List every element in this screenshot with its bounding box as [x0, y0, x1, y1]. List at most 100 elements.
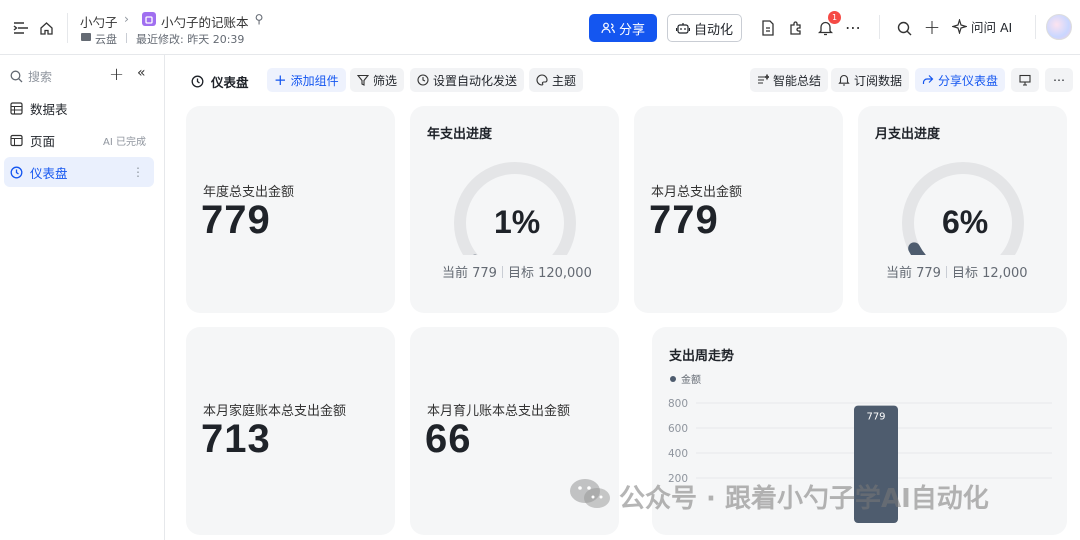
chart-legend: 金额: [670, 371, 701, 386]
document-icon[interactable]: [758, 18, 778, 38]
more-icon[interactable]: ⋯: [843, 17, 863, 37]
sidebar-item-label: 仪表盘: [30, 165, 68, 181]
divider: [945, 266, 947, 278]
share-dashboard-label: 分享仪表盘: [938, 73, 999, 88]
gauge-target: 目标 12,000: [951, 266, 1028, 281]
sidebar-item-label: 页面: [30, 133, 56, 149]
dashboard-icon: [191, 75, 204, 88]
location-label[interactable]: 云盘: [95, 31, 117, 47]
sidebar-item-label: 数据表: [30, 101, 68, 117]
ai-status-tag: AI 已完成: [103, 136, 146, 148]
pin-icon[interactable]: ⚲: [251, 11, 267, 27]
users-icon: [601, 22, 615, 34]
table-icon: [10, 101, 23, 115]
bar-data-label: 779: [866, 412, 885, 423]
divider: [1035, 15, 1036, 39]
share-label: 分享: [618, 22, 645, 38]
search-icon[interactable]: [894, 18, 914, 38]
legend-label: 金额: [681, 375, 701, 386]
doc-title[interactable]: 小勺子的记账本: [161, 12, 249, 31]
collapse-sidebar-icon[interactable]: [11, 18, 31, 38]
base-app-icon: [142, 12, 156, 26]
filter-label: 筛选: [373, 73, 398, 88]
page-icon: [10, 134, 23, 146]
share-button[interactable]: 分享: [589, 14, 657, 42]
family-total-card[interactable]: 本月家庭账本总支出金额 713: [186, 327, 395, 535]
annual-total-card[interactable]: 年度总支出金额 779: [186, 106, 395, 313]
gauge-percent: 1%: [494, 204, 541, 240]
palette-icon: [536, 74, 548, 86]
gauge-footer: 当前 779 目标 12,000: [886, 262, 1028, 281]
present-button[interactable]: [1011, 68, 1039, 92]
smart-summary-label: 智能总结: [773, 73, 822, 88]
auto-send-label: 设置自动化发送: [433, 73, 518, 88]
automation-label: 自动化: [693, 22, 733, 38]
sparkle-icon: [952, 19, 967, 34]
dashboard-title: 仪表盘: [191, 72, 249, 91]
metric-value: 713: [201, 417, 271, 461]
chart-title: 支出周走势: [669, 349, 735, 364]
metric-value: 779: [649, 198, 719, 242]
home-icon[interactable]: [36, 18, 56, 38]
robot-icon: [675, 22, 690, 34]
y-tick-label: 600: [668, 423, 688, 435]
more-icon: ⋯: [1053, 73, 1065, 87]
subscribe-icon: [838, 74, 850, 86]
notification-badge: 1: [828, 11, 841, 24]
clock-icon: [417, 74, 429, 86]
gauge-footer: 当前 779 目标 120,000: [442, 262, 592, 281]
y-tick-label: 400: [668, 448, 688, 460]
monthly-total-card[interactable]: 本月总支出金额 779: [634, 106, 843, 313]
subscribe-button[interactable]: 订阅数据: [831, 68, 910, 92]
more-vertical-icon[interactable]: ⋮: [132, 165, 144, 179]
sidebar-item-datatable[interactable]: 数据表: [4, 93, 154, 123]
smart-summary-button[interactable]: 智能总结: [750, 68, 829, 92]
add-widget-button[interactable]: + 添加组件: [267, 68, 346, 92]
add-widget-label: 添加组件: [290, 73, 339, 88]
theme-button[interactable]: 主题: [529, 68, 584, 92]
ask-ai-label: 问问 AI: [971, 20, 1013, 35]
plugin-icon[interactable]: [786, 18, 806, 38]
ask-ai-button[interactable]: 问问 AI: [952, 17, 1012, 36]
theme-label: 主题: [552, 73, 577, 88]
last-modified: 最近修改: 昨天 20:39: [136, 33, 245, 46]
divider: [67, 13, 68, 43]
dashboard-icon: [10, 166, 23, 178]
plus-icon: +: [274, 71, 287, 89]
card-title: 月支出进度: [875, 127, 941, 142]
annual-progress-card[interactable]: 年支出进度 1% 当前 779 目标 120,000: [410, 106, 619, 313]
search-icon: [10, 70, 23, 83]
sidebar-item-dashboard[interactable]: 仪表盘 ⋮: [4, 157, 154, 187]
dashboard-toolbar: 仪表盘 + 添加组件 筛选 设置自动化发送 主题 智能总结 订阅数据 分享仪表盘…: [165, 55, 1080, 103]
subscribe-label: 订阅数据: [854, 73, 903, 88]
card-title: 年支出进度: [427, 127, 493, 142]
plus-icon[interactable]: +: [922, 15, 942, 39]
search-placeholder: 搜索: [28, 70, 53, 84]
filter-icon: [357, 74, 369, 86]
gauge-current: 当前 779: [442, 266, 497, 281]
top-bar: 小勺子 › 小勺子的记账本 ⚲ 云盘 最近修改: 昨天 20:39 分享 自动化…: [0, 0, 1080, 55]
present-icon: [1019, 74, 1031, 86]
collapse-icon[interactable]: «: [137, 65, 146, 81]
divider: [879, 15, 880, 39]
sidebar: 搜索 + « 数据表 页面 AI 已完成 仪表盘 ⋮: [0, 55, 165, 540]
breadcrumb-workspace[interactable]: 小勺子: [80, 12, 118, 31]
share-dashboard-button[interactable]: 分享仪表盘: [915, 68, 1006, 92]
auto-send-button[interactable]: 设置自动化发送: [410, 68, 525, 92]
sidebar-item-page[interactable]: 页面 AI 已完成: [4, 125, 154, 155]
legend-swatch: [670, 375, 676, 382]
filter-button[interactable]: 筛选: [350, 68, 405, 92]
add-page-icon[interactable]: +: [109, 64, 124, 85]
gauge-current: 当前 779: [886, 266, 941, 281]
automation-button[interactable]: 自动化: [667, 14, 742, 42]
avatar[interactable]: [1046, 14, 1072, 40]
y-tick-label: 800: [668, 398, 688, 410]
monthly-progress-card[interactable]: 月支出进度 6% 当前 779 目标 12,000: [858, 106, 1067, 313]
watermark-text: 公众号 · 跟着小勺子学AI自动化: [619, 484, 989, 514]
metric-value: 779: [201, 198, 271, 242]
dashboard-title-text: 仪表盘: [211, 75, 249, 90]
sidebar-search[interactable]: 搜索: [10, 68, 52, 85]
gauge-percent: 6%: [942, 204, 989, 240]
more-options-button[interactable]: ⋯: [1045, 68, 1073, 92]
dashboard-canvas: 年度总支出金额 779 年支出进度 1% 当前 779 目标 120,000 本月…: [165, 103, 1080, 540]
